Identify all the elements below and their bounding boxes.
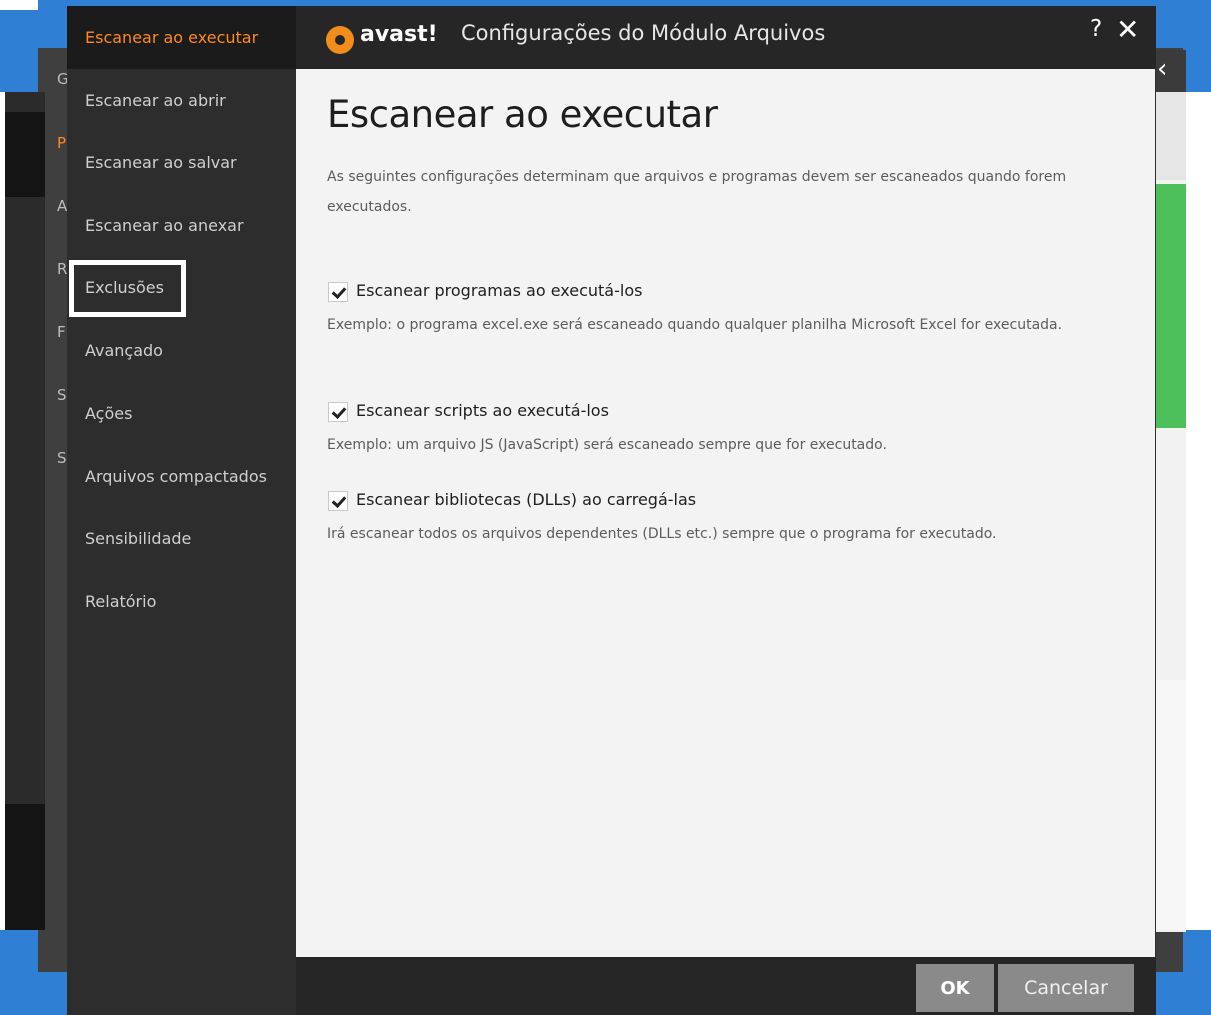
scan-scripts-label[interactable]: Escanear scripts ao executá-los [356,401,609,420]
avast-logo-icon: avast! [324,20,449,56]
background-block [5,804,45,930]
background-app-panel [1155,92,1186,932]
background-panel-segment [1155,680,1186,930]
sidebar-item-sensibilidade[interactable]: Sensibilidade [85,524,191,554]
sidebar-item-acoes[interactable]: Ações [85,399,132,429]
scan-programs-description: Exemplo: o programa excel.exe será escan… [327,317,1063,333]
option-row: Escanear programas ao executá-los [327,279,1117,305]
dialog-title: Configurações do Módulo Arquivos [461,21,826,45]
option-row: Escanear bibliotecas (DLLs) ao carregá-l… [327,488,1117,514]
cancel-button[interactable]: Cancelar [998,964,1134,1012]
intro-text: As seguintes configurações determinam qu… [327,169,1067,215]
scan-scripts-description: Exemplo: um arquivo JS (JavaScript) será… [327,437,887,453]
option-row: Escanear scripts ao executá-los [327,399,1117,425]
settings-content: Escanear ao executar As seguintes config… [296,69,1155,957]
background-letter: A [57,197,68,215]
desktop-edge [0,0,38,10]
background-close-icon: ‹ [1157,54,1168,84]
scan-dlls-description: Irá escanear todos os arquivos dependent… [327,526,997,542]
settings-dialog: Escanear ao executar Escanear ao abrir E… [67,6,1156,1015]
scan-dlls-label[interactable]: Escanear bibliotecas (DLLs) ao carregá-l… [356,490,696,509]
help-icon[interactable]: ? [1090,16,1102,42]
sidebar-item-escanear-ao-anexar[interactable]: Escanear ao anexar [85,211,244,241]
scan-programs-label[interactable]: Escanear programas ao executá-los [356,281,642,300]
sidebar-item-avancado[interactable]: Avançado [85,336,163,366]
dialog-titlebar: avast! Configurações do Módulo Arquivos … [296,6,1156,69]
sidebar-item-arquivos-compactados[interactable]: Arquivos compactados [85,462,267,492]
background-letter: R [57,260,68,278]
sidebar-item-relatorio[interactable]: Relatório [85,587,156,617]
settings-sidebar: Escanear ao executar Escanear ao abrir E… [67,6,296,1015]
scan-scripts-checkbox[interactable] [328,402,348,422]
option-scan-programs: Escanear programas ao executá-los Exempl… [327,279,1117,340]
sidebar-item-escanear-ao-abrir[interactable]: Escanear ao abrir [85,86,226,116]
background-letter: S [57,386,67,404]
background-letter: S [57,449,67,467]
exclusoes-highlight-box [69,260,186,317]
background-app-sidebar [5,92,45,930]
option-scan-scripts: Escanear scripts ao executá-los Exemplo:… [327,399,1117,460]
background-panel-segment [1155,92,1186,180]
option-scan-dlls: Escanear bibliotecas (DLLs) ao carregá-l… [327,488,1117,549]
background-green-bar [1155,184,1186,428]
background-letter: P [57,134,67,152]
sidebar-item-escanear-ao-salvar[interactable]: Escanear ao salvar [85,148,237,178]
background-letter: F [57,323,66,341]
ok-button[interactable]: OK [916,964,994,1012]
page-title: Escanear ao executar [327,93,718,136]
close-icon[interactable]: ✕ [1116,13,1139,46]
avast-logo-text: avast! [360,22,438,47]
scan-programs-checkbox[interactable] [328,282,348,302]
sidebar-item-escanear-ao-executar[interactable]: Escanear ao executar [85,23,258,53]
dialog-footer: OK Cancelar [296,957,1156,1015]
background-block [5,112,45,197]
avast-logo-ball [326,26,354,54]
scan-dlls-checkbox[interactable] [328,491,348,511]
